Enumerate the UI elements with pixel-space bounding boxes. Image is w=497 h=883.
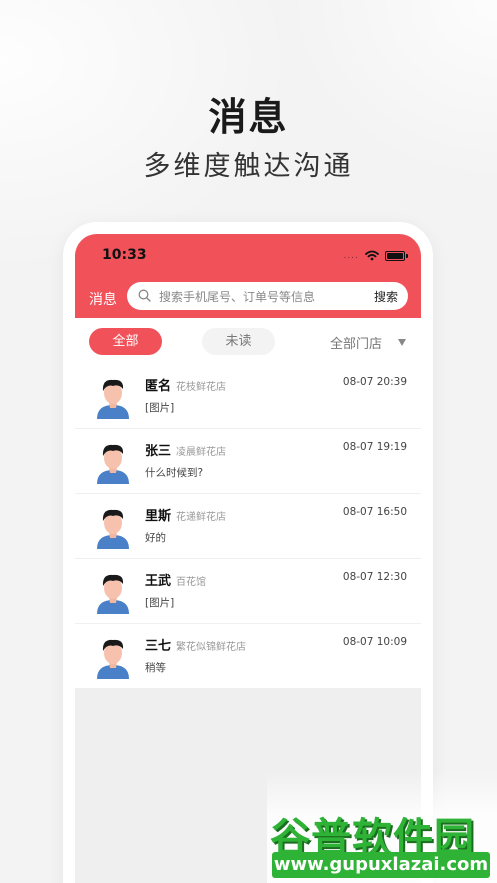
- message-time: 08-07 19:19: [342, 441, 407, 453]
- message-time: 08-07 20:39: [342, 376, 407, 388]
- contact-name: 三七: [145, 639, 172, 654]
- list-item[interactable]: 里斯 花递鲜花店 08-07 16:50 好的: [75, 494, 421, 559]
- store-name: 凌晨鲜花店: [176, 447, 226, 458]
- watermark-url: www.gupuxlazai.com: [272, 852, 490, 878]
- status-icons: ....: [343, 250, 408, 261]
- search-input[interactable]: 搜索手机尾号、订单号等信息 搜索: [127, 282, 408, 310]
- store-name: 花枝鲜花店: [176, 382, 226, 393]
- store-select[interactable]: 全部门店: [330, 333, 382, 352]
- message-time: 08-07 16:50: [342, 506, 407, 518]
- message-list: 匿名 花枝鲜花店 08-07 20:39 [图片] 张三 凌晨鲜花店 08-07…: [75, 364, 421, 689]
- store-name: 繁花似锦鲜花店: [176, 642, 246, 653]
- message-preview: 什么时候到?: [145, 467, 204, 479]
- message-preview: [图片]: [145, 402, 175, 414]
- avatar: [97, 574, 129, 614]
- header-title: 消息: [89, 292, 117, 308]
- list-item[interactable]: 匿名 花枝鲜花店 08-07 20:39 [图片]: [75, 364, 421, 429]
- promo-subtitle: 多维度触达沟通: [143, 151, 354, 182]
- promo-title: 消息: [208, 95, 289, 139]
- store-name: 百花馆: [176, 577, 206, 588]
- avatar: [97, 509, 129, 549]
- search-icon: [138, 289, 151, 302]
- contact-name: 王武: [145, 574, 172, 589]
- list-item[interactable]: 张三 凌晨鲜花店 08-07 19:19 什么时候到?: [75, 429, 421, 494]
- app-header: 10:33 .... 消息 搜索手机尾号、订单号等信息 搜索: [75, 234, 421, 318]
- filter-bar: 全部 未读 全部门店: [75, 318, 421, 364]
- list-item[interactable]: 三七 繁花似锦鲜花店 08-07 10:09 稍等: [75, 624, 421, 689]
- wifi-icon: [365, 250, 379, 261]
- message-preview: 稍等: [145, 662, 166, 674]
- avatar: [97, 379, 129, 419]
- signal-icon: ....: [343, 250, 359, 261]
- store-name: 花递鲜花店: [176, 512, 226, 523]
- tab-unread[interactable]: 未读: [202, 328, 275, 355]
- dropdown-icon[interactable]: [398, 339, 406, 346]
- search-button[interactable]: 搜索: [374, 288, 398, 305]
- avatar: [97, 639, 129, 679]
- status-time: 10:33: [102, 247, 147, 263]
- contact-name: 里斯: [145, 509, 172, 524]
- battery-icon: [385, 250, 408, 261]
- message-time: 08-07 10:09: [342, 636, 407, 648]
- list-item[interactable]: 王武 百花馆 08-07 12:30 [图片]: [75, 559, 421, 624]
- message-time: 08-07 12:30: [342, 571, 407, 583]
- search-placeholder: 搜索手机尾号、订单号等信息: [159, 290, 316, 304]
- contact-name: 匿名: [145, 379, 172, 394]
- avatar: [97, 444, 129, 484]
- message-preview: [图片]: [145, 597, 175, 609]
- contact-name: 张三: [145, 444, 172, 459]
- message-preview: 好的: [145, 532, 166, 544]
- tab-all[interactable]: 全部: [89, 328, 162, 355]
